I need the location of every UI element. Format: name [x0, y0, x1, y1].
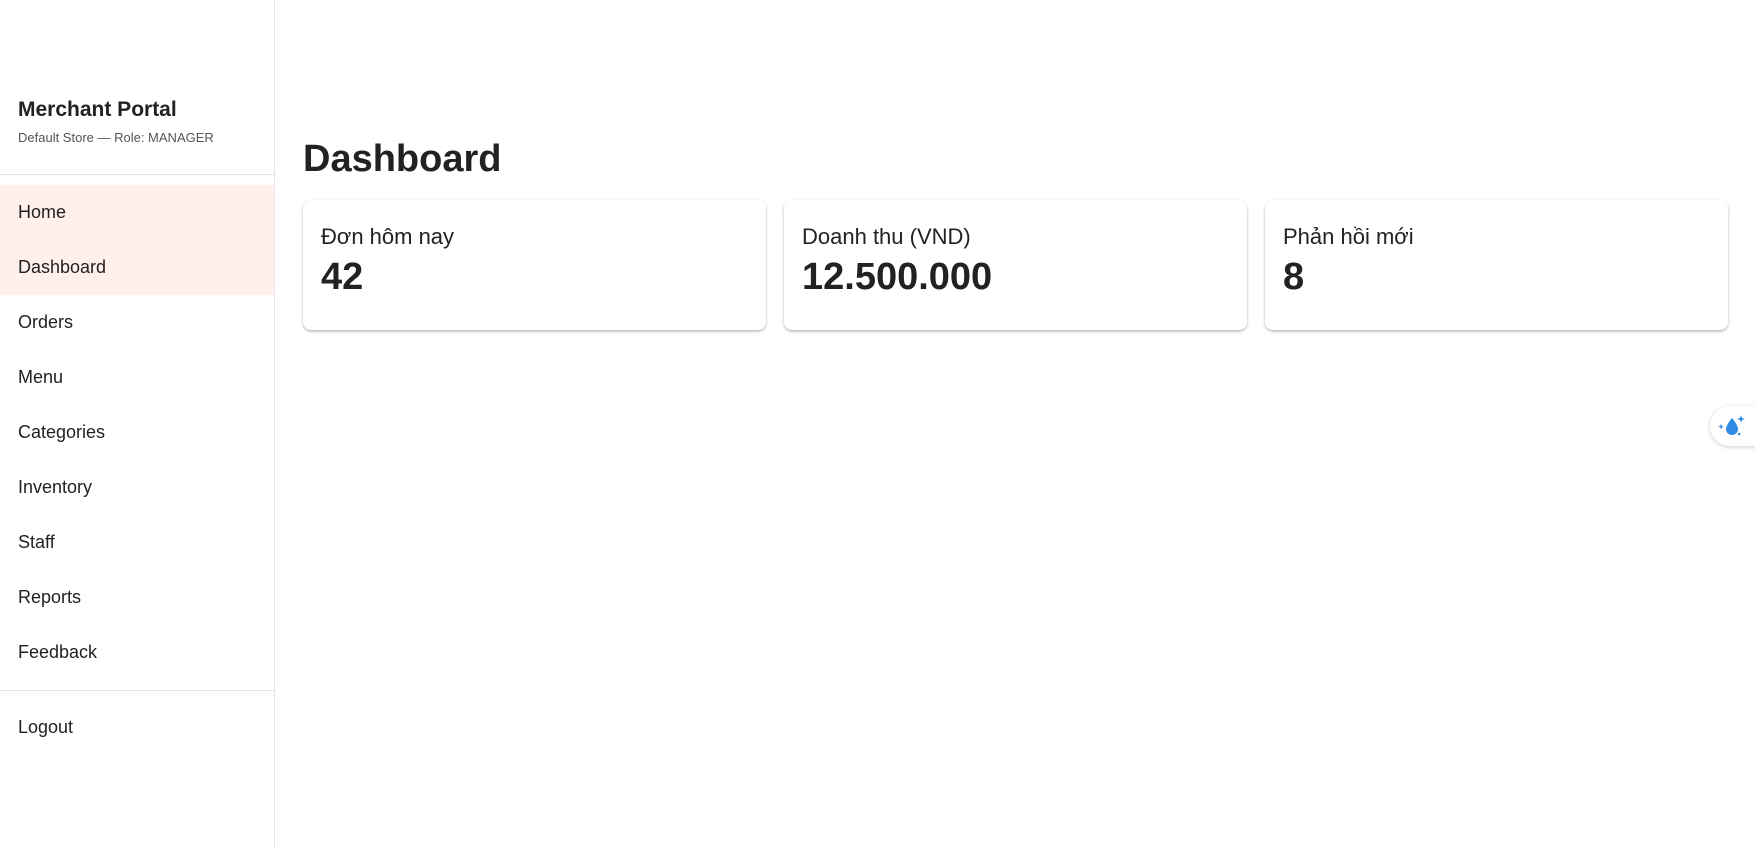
sidebar-item-orders[interactable]: Orders	[0, 295, 274, 350]
sidebar-nav: Home Dashboard Orders Menu Categories In…	[0, 185, 274, 680]
stat-cards: Đơn hôm nay 42 Doanh thu (VND) 12.500.00…	[303, 200, 1728, 330]
sidebar-item-home[interactable]: Home	[0, 185, 274, 240]
brand-subtitle: Default Store — Role: MANAGER	[18, 130, 214, 145]
stat-card-value: 12.500.000	[802, 256, 993, 298]
floating-assistant-button[interactable]	[1710, 406, 1755, 446]
brand-title: Merchant Portal	[18, 98, 177, 121]
sidebar: Merchant Portal Default Store — Role: MA…	[0, 0, 275, 848]
sidebar-item-dashboard[interactable]: Dashboard	[0, 240, 274, 295]
sidebar-item-menu[interactable]: Menu	[0, 350, 274, 405]
stat-card-label: Phản hồi mới	[1283, 224, 1414, 249]
stat-card-label: Đơn hôm nay	[321, 224, 455, 249]
stat-card-revenue: Doanh thu (VND) 12.500.000	[784, 200, 1247, 330]
stat-card-value: 42	[321, 256, 364, 298]
stat-card-value: 8	[1283, 256, 1305, 298]
page-title: Dashboard	[303, 138, 502, 180]
sidebar-item-staff[interactable]: Staff	[0, 515, 274, 570]
sidebar-divider-bottom	[0, 690, 274, 691]
sidebar-item-reports[interactable]: Reports	[0, 570, 274, 625]
app-root: Merchant Portal Default Store — Role: MA…	[0, 0, 1755, 848]
logout-button[interactable]: Logout	[0, 700, 274, 755]
stat-card-label: Doanh thu (VND)	[802, 224, 971, 249]
main-content: Dashboard Đơn hôm nay 42 Doanh thu (VND)…	[303, 0, 1728, 848]
sidebar-divider-top	[0, 174, 274, 175]
stat-card-new-feedback: Phản hồi mới 8	[1265, 200, 1728, 330]
brand: Merchant Portal Default Store — Role: MA…	[18, 97, 214, 146]
sidebar-item-categories[interactable]: Categories	[0, 405, 274, 460]
stat-card-orders-today: Đơn hôm nay 42	[303, 200, 766, 330]
sidebar-item-feedback[interactable]: Feedback	[0, 625, 274, 680]
water-drop-sparkle-icon	[1718, 415, 1745, 436]
sidebar-item-inventory[interactable]: Inventory	[0, 460, 274, 515]
